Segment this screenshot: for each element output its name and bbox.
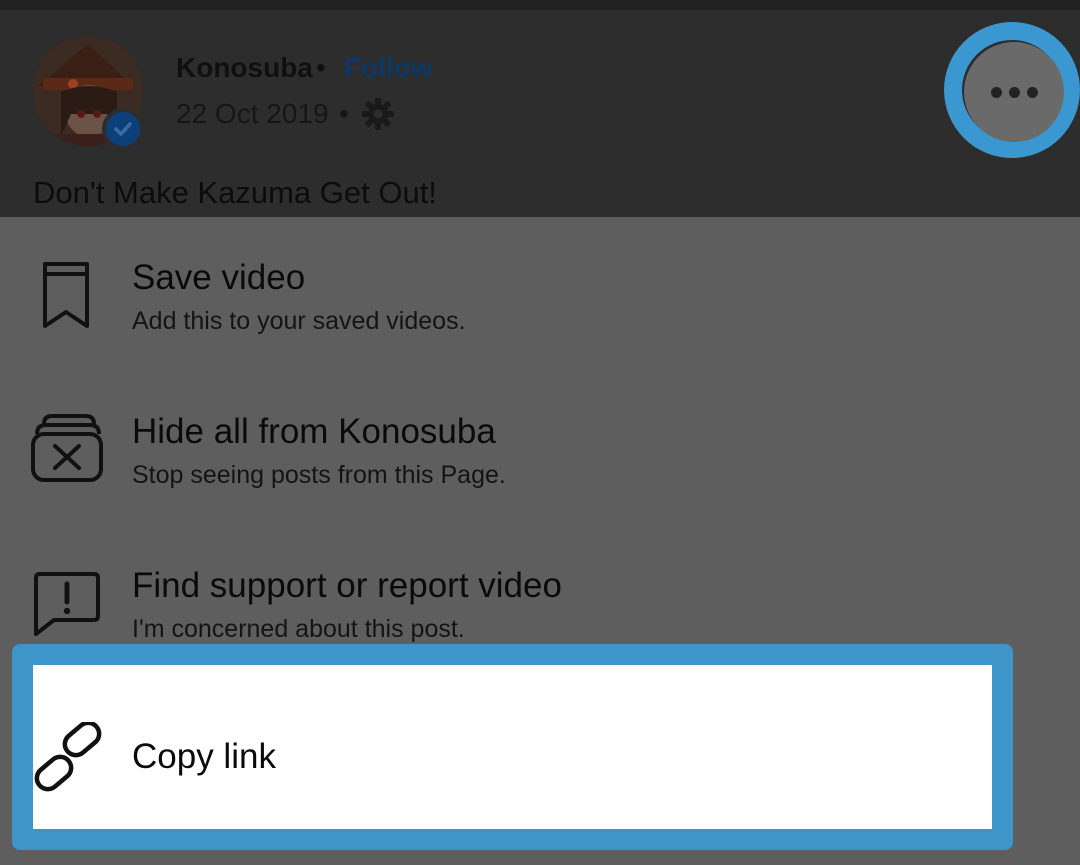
menu-item-title: Copy link: [132, 737, 276, 776]
bookmark-icon: [43, 262, 89, 328]
menu-item-subtitle: Add this to your saved videos.: [132, 307, 466, 335]
menu-item-title: Save video: [132, 258, 306, 297]
more-dot: [1008, 86, 1020, 98]
more-dot: [1026, 86, 1038, 98]
menu-item-title: Hide all from Konosuba: [132, 412, 496, 451]
hide-stack-icon: [31, 414, 103, 482]
link-icon: [34, 722, 102, 792]
post-header: Konosuba • Follow 22 Oct 2019 • Don't Ma…: [0, 0, 1080, 217]
report-icon: [34, 572, 100, 636]
post-date[interactable]: 22 Oct 2019: [176, 98, 329, 130]
page-name[interactable]: Konosuba: [176, 52, 313, 84]
separator-dot: •: [316, 52, 326, 83]
more-horizontal-icon: [990, 86, 1002, 98]
menu-item-title: Find support or report video: [132, 566, 562, 605]
checkmark-icon: [114, 122, 132, 136]
separator-dot: •: [339, 98, 349, 129]
menu-item-subtitle: I'm concerned about this post.: [132, 615, 465, 643]
status-strip: [0, 0, 1080, 10]
gear-icon: [362, 98, 394, 130]
menu-item-subtitle: Stop seeing posts from this Page.: [132, 461, 506, 489]
post-caption: Don't Make Kazuma Get Out!: [33, 175, 437, 210]
menu-item-hide-all[interactable]: Hide all from Konosuba Stop seeing posts…: [0, 394, 1080, 514]
verified-badge: [102, 108, 144, 150]
menu-item-report-video[interactable]: Find support or report video I'm concern…: [0, 548, 1080, 648]
more-options-button[interactable]: [964, 42, 1064, 142]
screen: Konosuba • Follow 22 Oct 2019 • Don't Ma…: [0, 0, 1080, 865]
menu-item-save-video[interactable]: Save video Add this to your saved videos…: [0, 240, 1080, 360]
follow-button[interactable]: Follow: [344, 52, 433, 84]
